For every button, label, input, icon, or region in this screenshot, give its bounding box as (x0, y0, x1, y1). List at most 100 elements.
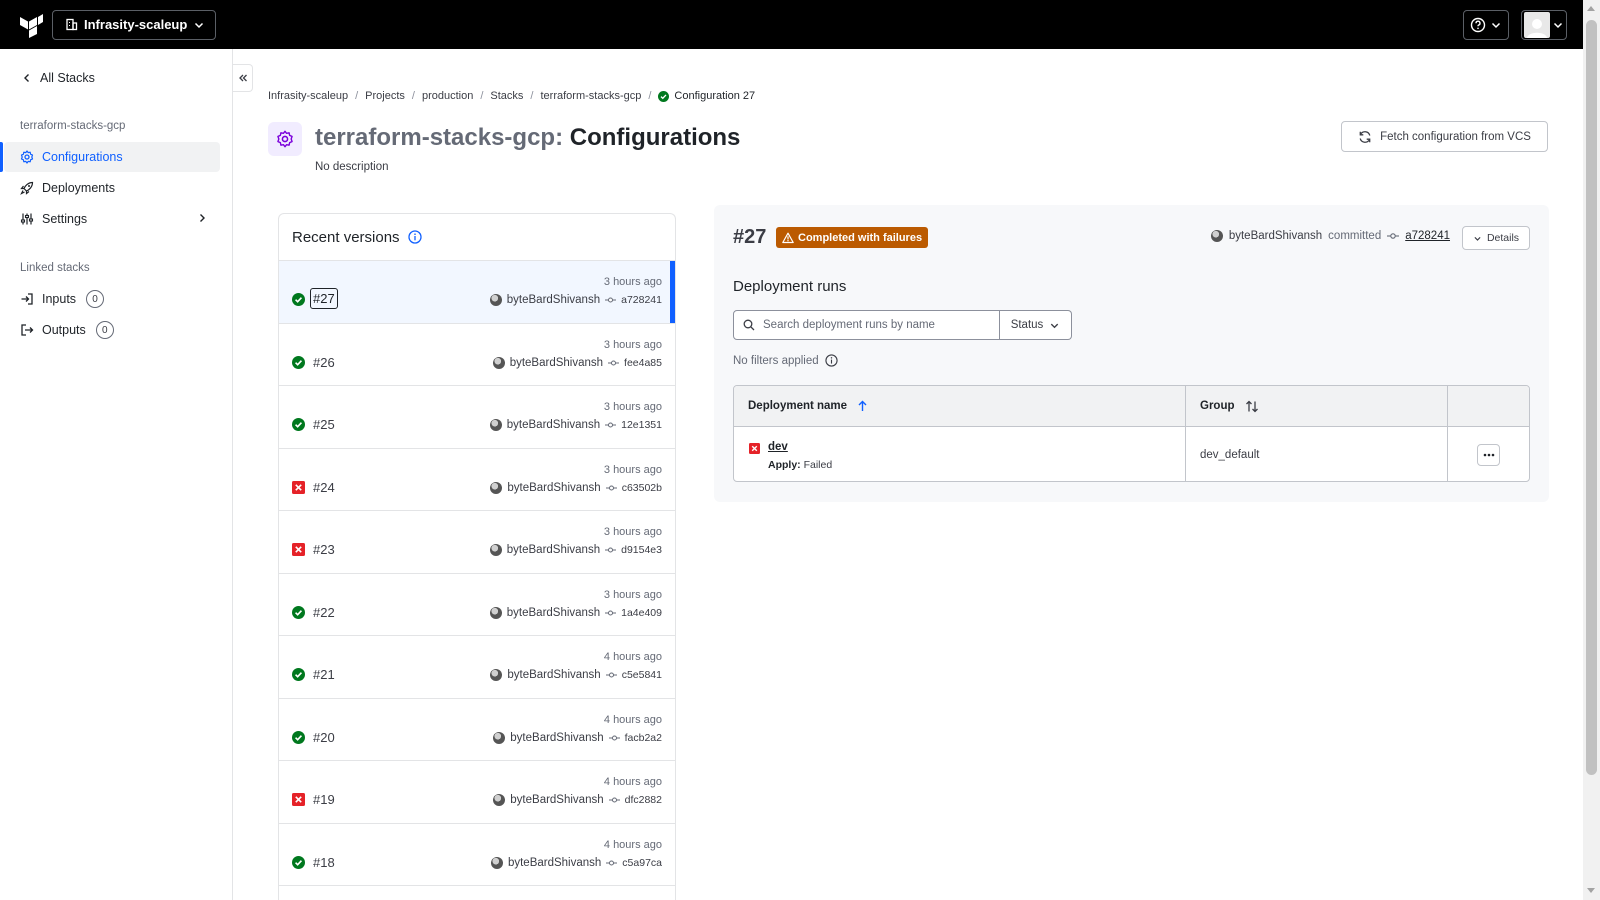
page-scrollbar[interactable] (1583, 0, 1600, 900)
deployment-name-cell: dev Apply: Failed (734, 427, 1186, 481)
breadcrumb-stack[interactable]: terraform-stacks-gcp (540, 90, 641, 102)
fetch-configuration-button[interactable]: Fetch configuration from VCS (1341, 121, 1548, 152)
sidebar-item-label: Deployments (42, 181, 115, 195)
column-header-deployment-name[interactable]: Deployment name (734, 386, 1186, 426)
all-stacks-label: All Stacks (40, 71, 95, 85)
version-row[interactable]: #26 3 hours ago byteBardShivansh fee4a85 (279, 324, 675, 386)
version-status (292, 855, 305, 872)
logout-icon (21, 324, 34, 336)
recent-versions-panel: Recent versions #27 3 hours ago byteBardSh… (278, 213, 676, 900)
check-circle-icon (658, 90, 670, 102)
table-header: Deployment name Group (734, 386, 1529, 427)
version-number[interactable]: #26 (313, 355, 335, 370)
apply-status: Failed (803, 459, 833, 471)
git-commit-icon (605, 609, 617, 616)
collapse-sidebar-button[interactable] (233, 64, 253, 92)
version-number[interactable]: #24 (313, 480, 335, 495)
version-row[interactable]: #22 3 hours ago byteBardShivansh 1a4e409 (279, 574, 675, 636)
version-status (292, 418, 305, 434)
scroll-up-arrow-icon[interactable] (1587, 6, 1595, 11)
version-number[interactable]: #22 (313, 605, 335, 620)
version-status (292, 293, 305, 309)
more-actions-button[interactable] (1477, 443, 1500, 466)
avatar (1524, 11, 1550, 38)
version-number[interactable]: #20 (313, 730, 335, 745)
details-toggle-button[interactable]: Details (1462, 226, 1530, 250)
breadcrumb-stacks[interactable]: Stacks (490, 90, 523, 102)
chevron-down-icon (195, 22, 204, 28)
version-row[interactable]: #20 4 hours ago byteBardShivansh facb2a2 (279, 699, 675, 761)
help-menu-button[interactable] (1463, 9, 1509, 40)
breadcrumb-org[interactable]: Infrasity-scaleup (268, 90, 348, 102)
version-number[interactable]: #18 (313, 855, 335, 870)
version-author: byteBardShivansh (507, 856, 602, 869)
configuration-number: #27 (733, 226, 767, 248)
version-author: byteBardShivansh (506, 419, 601, 431)
org-switcher-button[interactable]: Infrasity-scaleup (52, 9, 217, 40)
version-author: byteBardShivansh (506, 294, 601, 306)
version-commit: byteBardShivansh fee4a85 (492, 356, 662, 369)
version-row[interactable]: #24 3 hours ago byteBardShivansh c63502b (279, 449, 675, 511)
apply-label: Apply: (768, 459, 801, 471)
deployment-search-input[interactable] (763, 319, 983, 331)
help-icon (1470, 17, 1486, 32)
version-author: byteBardShivansh (506, 606, 601, 619)
commit-sha-link[interactable]: a728241 (1405, 230, 1450, 242)
fetch-configuration-label: Fetch configuration from VCS (1380, 130, 1531, 143)
status-filter-label: Status (1010, 319, 1044, 331)
chevron-down-icon (1474, 236, 1481, 241)
commit-verb: committed (1328, 230, 1382, 242)
git-commit-icon (608, 359, 620, 366)
version-number[interactable]: #27 (310, 288, 338, 309)
git-commit-icon (606, 859, 618, 866)
success-status-icon (292, 293, 305, 306)
breadcrumb-project[interactable]: production (422, 90, 473, 102)
version-sha: d9154e3 (621, 544, 662, 556)
sidebar-item-deployments[interactable]: Deployments (4, 173, 220, 203)
sidebar-item-outputs[interactable]: Outputs 0 (4, 315, 220, 345)
version-row[interactable]: #18 4 hours ago byteBardShivansh c5a97ca (279, 824, 675, 886)
version-row[interactable]: #21 4 hours ago byteBardShivansh c5e5841 (279, 636, 675, 699)
status-filter-dropdown[interactable]: Status (1000, 310, 1072, 340)
version-number[interactable]: #21 (313, 667, 335, 682)
info-icon[interactable] (825, 354, 838, 367)
version-commit: byteBardShivansh c5a97ca (490, 856, 662, 869)
version-row[interactable]: #23 3 hours ago byteBardShivansh d9154e3 (279, 511, 675, 574)
no-filters-text: No filters applied (733, 354, 838, 367)
sidebar-item-settings[interactable]: Settings (4, 204, 220, 234)
sidebar: All Stacks terraform-stacks-gcp Configur… (0, 49, 233, 900)
deployment-search (733, 310, 1000, 340)
version-commit: byteBardShivansh dfc2882 (493, 794, 662, 806)
group-cell: dev_default (1186, 427, 1448, 481)
version-sha: facb2a2 (624, 731, 662, 744)
version-time: 4 hours ago (603, 838, 662, 851)
sidebar-item-configurations[interactable]: Configurations (0, 142, 220, 172)
sidebar-item-inputs[interactable]: Inputs 0 (4, 284, 220, 314)
configurations-page-icon (268, 122, 302, 156)
version-commit: byteBardShivansh c5e5841 (490, 669, 662, 681)
scroll-down-arrow-icon[interactable] (1587, 888, 1595, 893)
version-time: 3 hours ago (603, 401, 662, 413)
info-icon[interactable] (407, 230, 422, 244)
chevron-right-icon (200, 214, 205, 222)
deployment-apply-status: Apply: Failed (768, 459, 832, 471)
version-number[interactable]: #23 (313, 542, 335, 557)
user-menu-button[interactable] (1521, 9, 1567, 40)
version-number[interactable]: #19 (313, 792, 335, 807)
terraform-logo-icon[interactable] (16, 10, 46, 40)
rocket-icon (20, 181, 34, 195)
version-row[interactable]: #27 3 hours ago byteBardShivansh a728241 (279, 261, 675, 324)
version-sha: a728241 (621, 294, 662, 306)
breadcrumb-current-label: Configuration 27 (674, 90, 756, 102)
deployment-link[interactable]: dev (768, 441, 788, 453)
version-time: 3 hours ago (603, 463, 662, 476)
all-stacks-link[interactable]: All Stacks (22, 71, 95, 85)
column-header-group[interactable]: Group (1186, 386, 1448, 426)
version-row[interactable]: #25 3 hours ago byteBardShivansh 12e1351 (279, 386, 675, 449)
version-number[interactable]: #25 (313, 417, 335, 432)
warning-triangle-icon (782, 232, 794, 243)
version-row[interactable]: #19 4 hours ago byteBardShivansh dfc2882 (279, 761, 675, 824)
scroll-thumb[interactable] (1586, 20, 1597, 775)
breadcrumb-projects[interactable]: Projects (365, 90, 405, 102)
search-icon (743, 319, 755, 331)
